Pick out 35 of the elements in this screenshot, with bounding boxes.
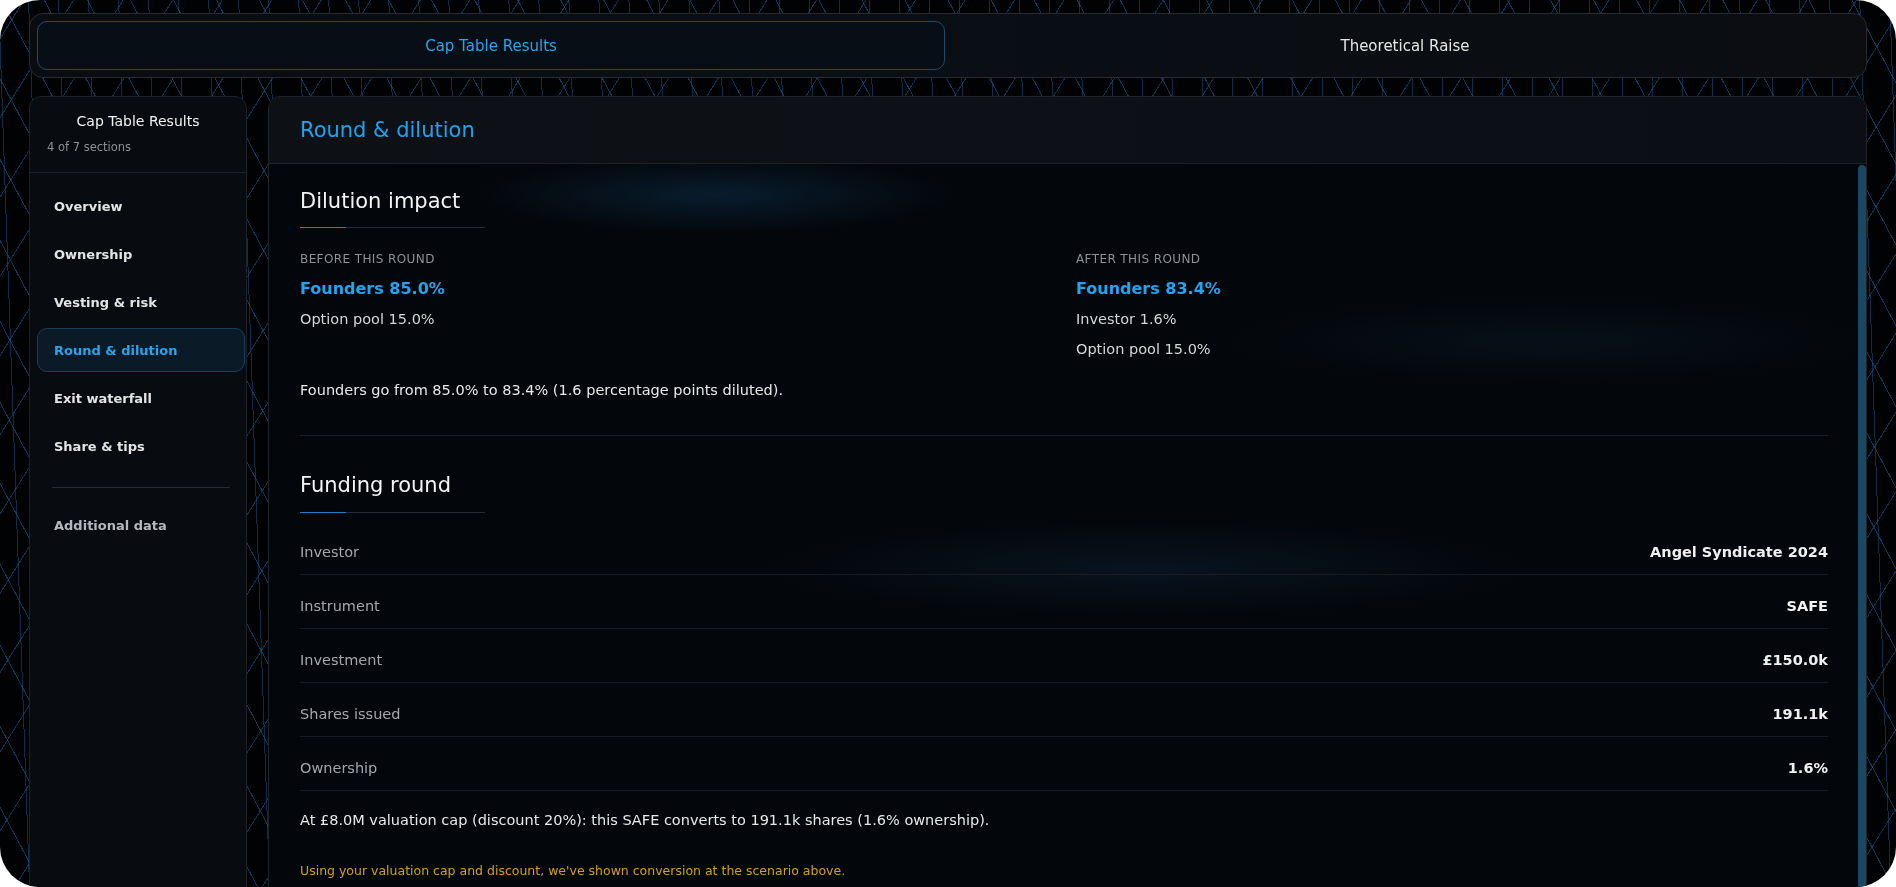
nav-item[interactable]: Ownership: [37, 232, 245, 276]
summary-text: At £8.0M valuation cap (discount 20%): this SAFE converts to 191.1k shares (1.6% ownership).: [300, 811, 990, 830]
row-value: £150.0k: [1762, 651, 1828, 670]
nav-item[interactable]: Round & dilution: [37, 328, 245, 372]
row-label: Investment: [300, 651, 383, 670]
nav-item[interactable]: Share & tips: [37, 424, 245, 468]
tab[interactable]: Cap Table Results: [37, 21, 945, 70]
row-value: 191.1k: [1772, 705, 1828, 724]
row-label: Instrument: [300, 597, 380, 616]
row-label: Shares issued: [300, 705, 401, 724]
ownership-highlight: Founders 85.0%: [300, 278, 445, 300]
row-value: Angel Syndicate 2024: [1650, 543, 1828, 562]
panel-title: Round & dilution: [300, 118, 475, 142]
summary-text: Founders go from 85.0% to 83.4% (1.6 percentage points diluted).: [300, 381, 784, 400]
nav-item[interactable]: Additional data: [37, 503, 245, 547]
nav-item[interactable]: Overview: [37, 184, 245, 228]
column-label: BEFORE THIS ROUND: [300, 251, 435, 268]
row-value: 1.6%: [1787, 759, 1828, 778]
nav-item[interactable]: Vesting & risk: [37, 280, 245, 324]
sidebar-title: Cap Table Results: [76, 112, 200, 131]
note-text: Using your valuation cap and discount, we've shown conversion at the scenario above.: [300, 862, 846, 880]
ownership-line: Option pool 15.0%: [300, 310, 435, 329]
column-label: AFTER THIS ROUND: [1076, 251, 1201, 268]
row-label: Investor: [300, 543, 360, 562]
row-label: Ownership: [300, 759, 378, 778]
ownership-line: Investor 1.6%: [1076, 310, 1177, 329]
tab[interactable]: Theoretical Raise: [951, 21, 1859, 70]
nav-item[interactable]: Exit waterfall: [37, 376, 245, 420]
row-value: SAFE: [1786, 597, 1828, 616]
section-count: 4 of 7 sections: [47, 139, 132, 155]
section-heading: Dilution impact: [300, 188, 461, 215]
section-heading: Funding round: [300, 472, 451, 499]
ownership-line: Option pool 15.0%: [1076, 340, 1211, 359]
ownership-highlight: Founders 83.4%: [1076, 278, 1221, 300]
scrollbar-thumb[interactable]: [1858, 165, 1866, 887]
